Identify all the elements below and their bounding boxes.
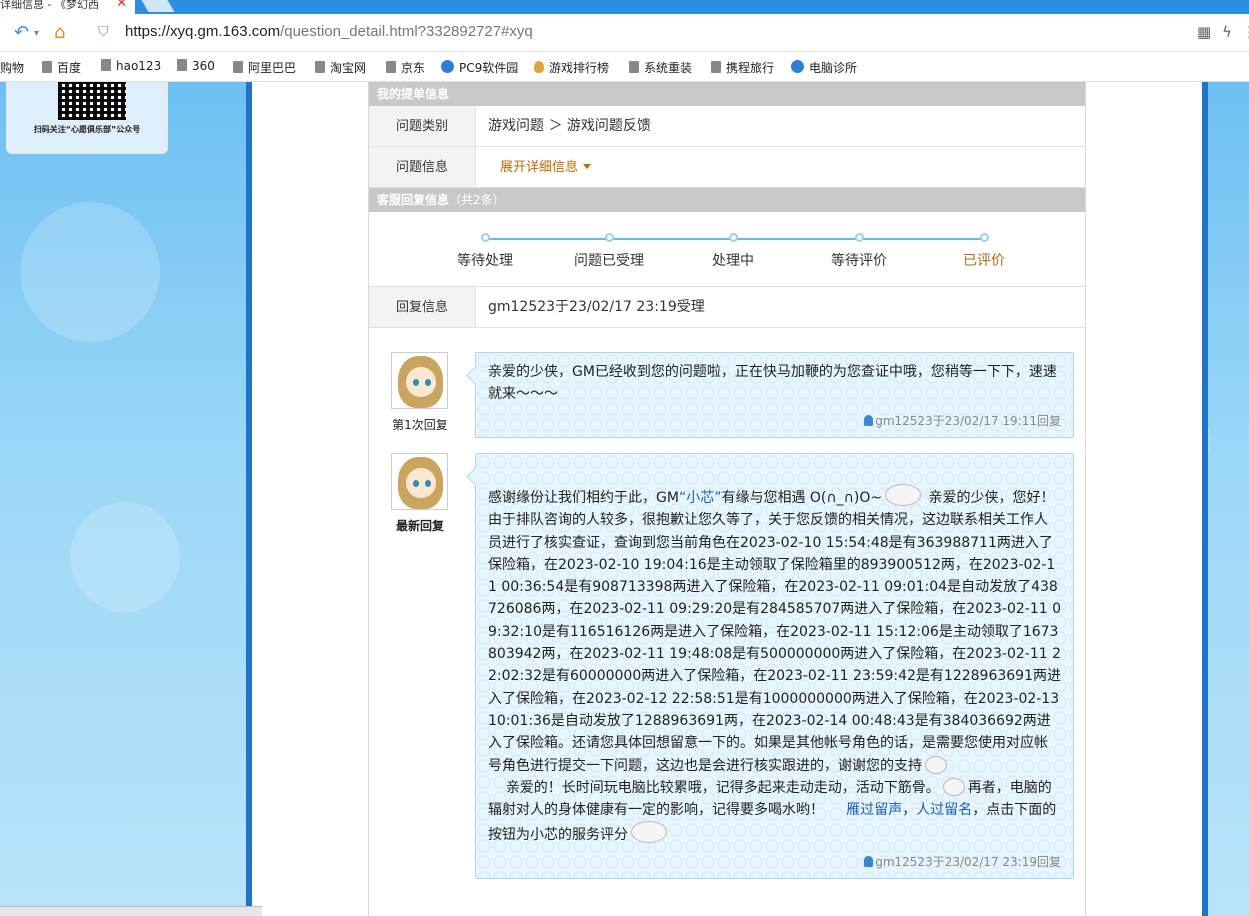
page-icon xyxy=(233,61,243,73)
step-dot xyxy=(728,233,738,242)
back-history-chevron-icon[interactable]: ▾ xyxy=(34,28,39,39)
gm-name: “小芯” xyxy=(678,490,722,506)
page-icon xyxy=(101,59,111,71)
page-icon xyxy=(42,61,52,73)
step-processing: 处理中 xyxy=(673,228,793,270)
reply-text: 感谢缘份让我们相约于此，GM“小芯”有缘与您相遇 O(∩_∩)O~ 亲爱的少侠，… xyxy=(488,484,1061,847)
url-host: https://xyq.gm.163.com xyxy=(125,23,281,40)
bookmark-baidu[interactable]: 百度 xyxy=(42,59,81,76)
gm-avatar xyxy=(391,453,448,510)
flower-icon xyxy=(925,755,947,774)
home-icon[interactable]: ⌂ xyxy=(54,22,65,43)
step-waiting: 等待处理 xyxy=(425,228,545,270)
row-value: 游戏问题 ＞ 游戏问题反馈 xyxy=(488,118,651,134)
url-path: /question_detail.html?332892727#xyq xyxy=(280,23,533,40)
emoticon-icon xyxy=(942,777,965,796)
reply-text: 亲爱的少侠，GM已经收到您的问题啦，正在快马加鞭的为您查证中哦，您稍等一下下，速… xyxy=(488,364,1057,403)
gm-avatar-col: 第1次回复 xyxy=(385,352,455,433)
reply-meta: gm12523于23/02/17 19:11回复 xyxy=(488,406,1061,437)
caret-down-icon xyxy=(583,164,592,169)
bookmark-system-reinstall[interactable]: 系统重装 xyxy=(629,59,692,76)
tab-title: 详细信息 - 《梦幻西 xyxy=(0,0,99,11)
row-reply-info: 回复信息 gm12523于23/02/17 23:19受理 xyxy=(369,287,1085,328)
page-icon xyxy=(177,59,187,71)
gm-avatar-col: 最新回复 xyxy=(385,453,455,534)
tab-close-icon[interactable]: ✕ xyxy=(116,0,127,10)
user-icon xyxy=(864,414,874,426)
row-value: gm12523于23/02/17 23:19受理 xyxy=(488,299,705,315)
row-label: 问题类别 xyxy=(369,106,476,146)
expand-details-link[interactable]: 展开详细信息 xyxy=(500,147,592,188)
row-question-info: 问题信息 展开详细信息 xyxy=(369,147,1085,188)
bookmark-game-ranking[interactable]: 游戏排行榜 xyxy=(534,59,609,76)
qr-code-image xyxy=(58,82,126,120)
bookmark-ctrip[interactable]: 携程旅行 xyxy=(711,59,774,76)
step-accepted: 问题已受理 xyxy=(549,228,669,270)
security-shield-icon: ⛉ xyxy=(98,24,109,40)
page-icon xyxy=(711,61,721,73)
background-decoration xyxy=(70,502,180,612)
row-question-category: 问题类别 游戏问题 ＞ 游戏问题反馈 xyxy=(369,106,1085,147)
bookmark-pc9[interactable]: PC9软件园 xyxy=(441,59,518,76)
page-icon xyxy=(386,61,396,73)
pc-clinic-icon xyxy=(791,60,804,73)
replies-count: （共2条） xyxy=(449,193,505,207)
address-bar: ↶ ▾ ⌂ ⛉ https://xyq.gm.163.com/question_… xyxy=(0,14,1249,52)
row-label: 问题信息 xyxy=(369,147,476,187)
reply-caption: 第1次回复 xyxy=(392,418,448,432)
more-icon[interactable]: ⋮ xyxy=(1242,23,1249,41)
bookmark-pc-clinic[interactable]: 电脑诊所 xyxy=(791,59,857,76)
reply-bubble: 感谢缘份让我们相约于此，GM“小芯”有缘与您相遇 O(∩_∩)O~ 亲爱的少侠，… xyxy=(475,453,1074,879)
pc9-logo-icon xyxy=(441,60,454,73)
reply-meta: gm12523于23/02/17 23:19回复 xyxy=(488,847,1061,878)
step-dot xyxy=(480,233,490,242)
gm-avatar xyxy=(391,352,448,409)
rating-link-2[interactable]: 人过留名 xyxy=(916,802,972,818)
page-icon xyxy=(315,61,325,73)
bookmark-jd[interactable]: 京东 xyxy=(386,59,425,76)
tab-strip: 详细信息 - 《梦幻西 ✕ xyxy=(0,0,1249,14)
replies-section-header: 客服回复信息（共2条） xyxy=(369,188,1085,212)
page-viewport: 扫码关注“心愿俱乐部”公众号 我的提单信息 问题类别 游戏问题 ＞ 游戏问题反馈… xyxy=(0,82,1249,916)
new-tab-button[interactable] xyxy=(141,0,175,12)
step-dot xyxy=(604,233,614,242)
back-icon[interactable]: ↶ xyxy=(14,22,29,43)
lightning-icon[interactable]: ϟ xyxy=(1222,23,1232,41)
user-icon xyxy=(864,855,874,867)
reply-bubble: 亲爱的少侠，GM已经收到您的问题啦，正在快马加鞭的为您查证中哦，您稍等一下下，速… xyxy=(475,352,1074,438)
step-awaiting-rating: 等待评价 xyxy=(799,228,919,270)
url-input[interactable]: https://xyq.gm.163.com/question_detail.h… xyxy=(125,23,533,40)
ticket-panel: 我的提单信息 问题类别 游戏问题 ＞ 游戏问题反馈 问题信息 展开详细信息 客服… xyxy=(368,82,1086,916)
bottom-toolbar xyxy=(0,906,262,916)
qr-caption: 扫码关注“心愿俱乐部”公众号 xyxy=(33,125,141,134)
bookmark-taobao[interactable]: 淘宝网 xyxy=(315,59,366,76)
page-icon xyxy=(629,61,639,73)
replies-section-title: 客服回复信息 xyxy=(377,193,450,207)
rating-link-1[interactable]: 雁过留声 xyxy=(846,802,902,818)
step-rated: 已评价 xyxy=(924,228,1044,270)
browser-tab[interactable]: 详细信息 - 《梦幻西 ✕ xyxy=(0,0,135,14)
expand-details-label: 展开详细信息 xyxy=(500,160,579,175)
emoticon-icon xyxy=(885,484,922,506)
right-border xyxy=(1202,82,1208,916)
status-progress: 等待处理 问题已受理 处理中 等待评价 已评价 xyxy=(369,212,1085,287)
emoticon-icon xyxy=(631,821,667,844)
ranking-icon xyxy=(534,61,544,73)
reply-caption: 最新回复 xyxy=(395,519,444,533)
row-label: 回复信息 xyxy=(369,287,476,327)
bookmark-hao123[interactable]: hao123 xyxy=(101,59,161,73)
background-decoration xyxy=(20,202,160,342)
bookmark-shopping[interactable]: 购物 xyxy=(0,59,24,76)
bookmark-360[interactable]: 360 xyxy=(177,59,215,73)
wechat-qr-card: 扫码关注“心愿俱乐部”公众号 xyxy=(6,82,168,154)
qr-code-icon[interactable]: ▦ xyxy=(1197,23,1211,41)
step-dot xyxy=(979,233,989,242)
bookmarks-bar: 购物 百度 hao123 360 阿里巴巴 淘宝网 京东 PC9软件园 游戏排行… xyxy=(0,52,1249,82)
ticket-section-header: 我的提单信息 xyxy=(369,82,1085,106)
step-dot xyxy=(854,233,864,242)
bookmark-alibaba[interactable]: 阿里巴巴 xyxy=(233,59,296,76)
